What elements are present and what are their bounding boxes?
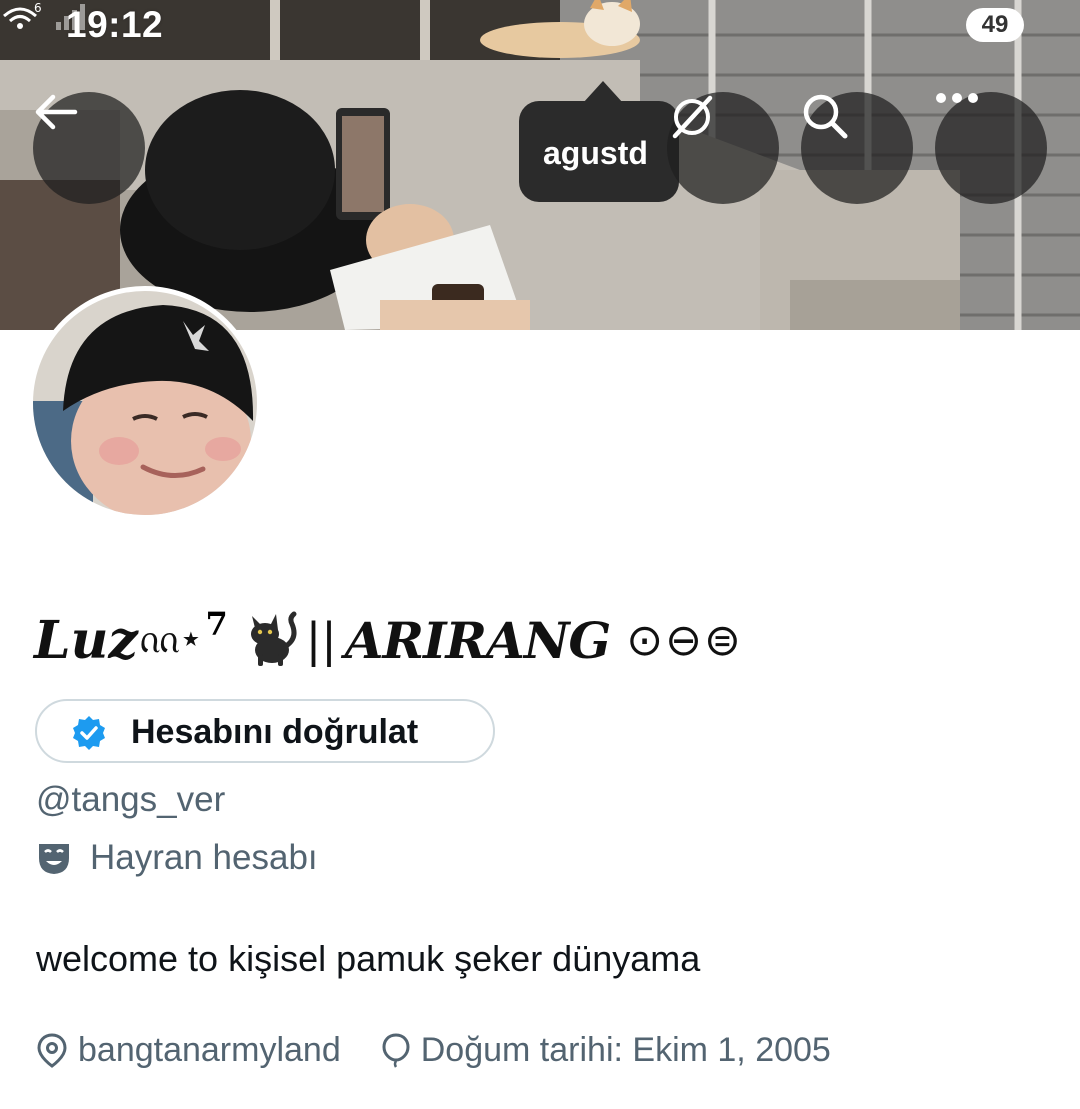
profile-location-label: bangtanarmyland: [78, 1030, 341, 1069]
profile-handle: @tangs_ver: [36, 780, 226, 819]
profile-bio: welcome to kişisel pamuk şeker dünyama: [36, 938, 701, 979]
search-button[interactable]: [801, 92, 913, 204]
verify-account-label: Hesabını doğrulat: [131, 713, 419, 751]
status-bar: 19:12 6 49: [0, 0, 1080, 56]
black-cat-emoji-icon: [242, 610, 300, 671]
display-name-superscript: 7: [205, 605, 228, 643]
signal-wifi-icon: 6: [3, 1, 85, 30]
grok-icon: [672, 95, 713, 139]
avatar-photo: [33, 291, 257, 515]
profile-birthday: Doğum tarihi: Ekim 1, 2005: [381, 1031, 831, 1070]
profile-category-label: Hayran hesabı: [90, 838, 318, 877]
display-name-arirang: ARIRANG: [344, 610, 611, 670]
theater-masks-icon: [39, 844, 69, 874]
verify-account-button[interactable]: Hesabını doğrulat: [35, 699, 495, 763]
header-banner-image[interactable]: 19:12 6 49 agustd: [0, 0, 1080, 330]
profile-meta-row: bangtanarmyland Doğum tarihi: Ekim 1, 20…: [36, 1028, 831, 1072]
display-name-script: Luz: [34, 609, 138, 671]
back-button[interactable]: [33, 92, 145, 204]
profile-location: bangtanarmyland: [36, 1031, 341, 1070]
balloon-icon: [382, 1033, 410, 1068]
arrow-left-icon: [35, 94, 78, 130]
verified-badge-icon: [73, 716, 105, 750]
wifi-badge: 6: [34, 1, 42, 15]
tooltip-label: agustd: [543, 135, 648, 171]
location-pin-icon: [37, 1033, 67, 1068]
more-button[interactable]: [935, 92, 1047, 204]
display-name-separator: ||: [305, 613, 337, 667]
display-name-symbols: ⊙⊖⊜: [626, 614, 743, 666]
profile-category: Hayran hesabı: [36, 836, 318, 880]
more-horizontal-icon: [936, 93, 978, 103]
profile-birthday-label: Doğum tarihi: Ekim 1, 2005: [420, 1030, 831, 1069]
battery-level: 49: [966, 8, 1024, 42]
profile-avatar[interactable]: [28, 286, 262, 520]
username-tooltip: agustd: [519, 81, 679, 202]
profile-screen: 19:12 6 49 agustd Luz ᦶ⋆ 7 || ARIRANG ⊙⊖…: [0, 0, 1080, 1109]
grok-button[interactable]: [667, 92, 779, 204]
display-name-decor: ᦶ⋆: [139, 615, 204, 662]
display-name: Luz ᦶ⋆ 7 || ARIRANG ⊙⊖⊜: [34, 605, 743, 675]
search-icon: [803, 94, 848, 139]
